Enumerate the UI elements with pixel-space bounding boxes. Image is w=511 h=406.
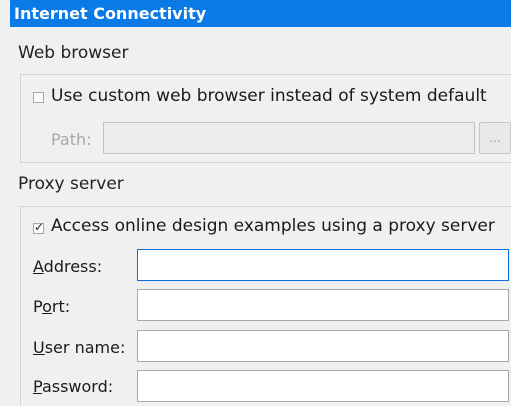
use-proxy-checkbox[interactable]: [33, 220, 44, 234]
address-input[interactable]: [137, 249, 509, 281]
user-name-label-rest: ser name:: [44, 338, 126, 357]
proxy-server-group: Access online design examples using a pr…: [20, 206, 511, 406]
panel-title: Internet Connectivity: [10, 0, 511, 27]
password-input[interactable]: [137, 370, 509, 402]
password-mnemonic: P: [33, 377, 42, 396]
port-label-rest: rt:: [51, 297, 71, 316]
port-input[interactable]: [137, 289, 509, 321]
port-label: Port:: [33, 297, 70, 316]
port-mnemonic: o: [42, 297, 52, 316]
address-label-rest: ddress:: [43, 257, 103, 276]
proxy-server-section-title: Proxy server: [18, 174, 124, 194]
port-label-prefix: P: [33, 297, 43, 316]
path-label: Path:: [51, 130, 92, 149]
password-label: Password:: [33, 377, 113, 396]
password-label-rest: assword:: [41, 377, 114, 396]
web-browser-group: Use custom web browser instead of system…: [20, 74, 511, 163]
web-browser-section-title: Web browser: [18, 43, 129, 63]
custom-browser-checkbox[interactable]: [33, 92, 44, 103]
user-name-mnemonic: U: [33, 338, 45, 357]
custom-browser-label[interactable]: Use custom web browser instead of system…: [51, 86, 487, 106]
use-proxy-label[interactable]: Access online design examples using a pr…: [51, 216, 495, 236]
address-label: Address:: [33, 257, 102, 276]
user-name-label: User name:: [33, 338, 125, 357]
path-input[interactable]: [103, 122, 475, 154]
address-mnemonic: A: [33, 257, 44, 276]
browse-button[interactable]: ...: [479, 122, 511, 154]
user-name-input[interactable]: [137, 330, 509, 362]
